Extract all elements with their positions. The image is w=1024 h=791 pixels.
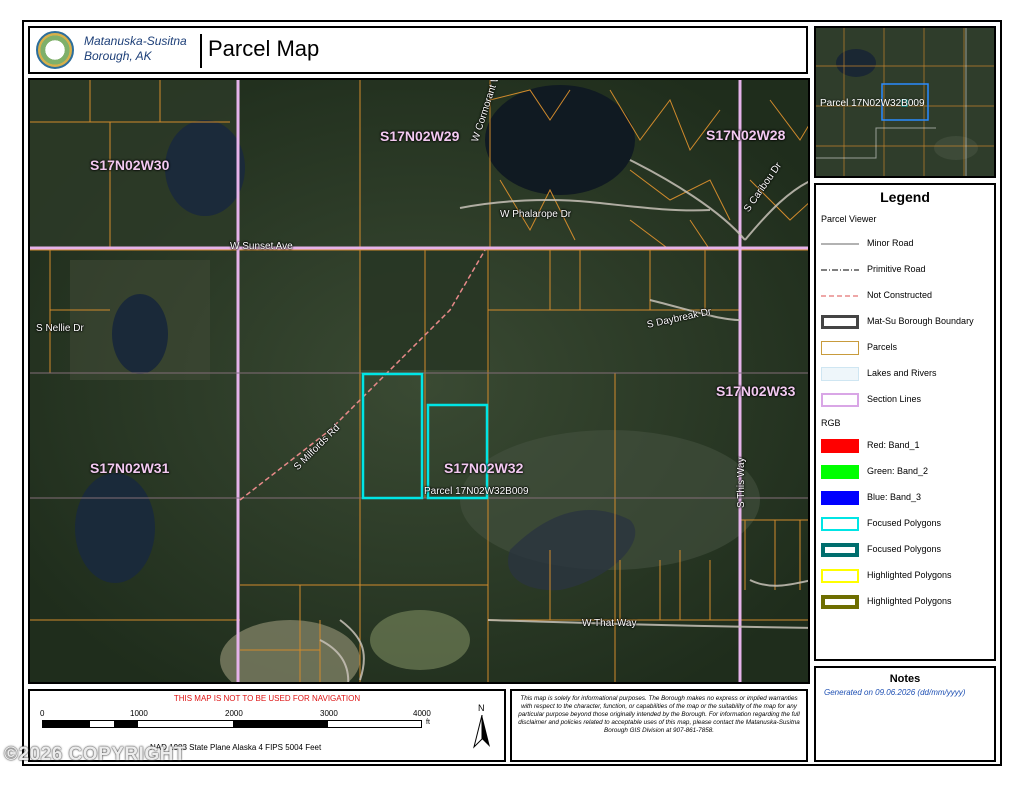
legend-item-borough-boundary: Mat-Su Borough Boundary — [821, 313, 993, 331]
navigation-warning: THIS MAP IS NOT TO BE USED FOR NAVIGATIO… — [173, 694, 361, 703]
legend-item-band-green: Green: Band_2 — [821, 463, 993, 481]
lake-north — [165, 120, 245, 216]
legend-item-parcels: Parcels — [821, 339, 993, 357]
scale-unit: ft — [426, 719, 430, 726]
legend-label: Lakes and Rivers — [867, 368, 937, 378]
section-label-w33: S17N02W33 — [716, 383, 796, 399]
notes-title: Notes — [889, 673, 921, 685]
minor-road-symbol — [821, 243, 859, 245]
lakes-symbol — [821, 367, 859, 381]
parcel-label: Parcel 17N02W32B009 — [424, 486, 529, 497]
borough-boundary-symbol — [821, 315, 859, 329]
legend-label: Highlighted Polygons — [867, 570, 952, 580]
highlighted-polygon-symbol — [821, 569, 859, 583]
highlighted-polygon-dark-symbol — [821, 595, 859, 609]
legend-item-section-lines: Section Lines — [821, 391, 993, 409]
legend-item-focused-polygons-dark: Focused Polygons — [821, 541, 993, 559]
legend-rgb-label: RGB — [821, 418, 841, 428]
north-arrow-icon: N — [472, 703, 492, 749]
legend-item-highlighted-polygons: Highlighted Polygons — [821, 567, 993, 585]
legend-label: Mat-Su Borough Boundary — [867, 316, 974, 326]
legend-item-band-blue: Blue: Band_3 — [821, 489, 993, 507]
legend-panel: Legend Parcel Viewer Minor Road Primitiv… — [814, 183, 996, 661]
legend-label: Green: Band_2 — [867, 466, 929, 476]
legend-item-lakes: Lakes and Rivers — [821, 365, 993, 383]
legend-item-minor-road: Minor Road — [821, 235, 993, 253]
borough-name-line2: Borough, AK — [84, 49, 152, 63]
band-green-swatch — [821, 465, 859, 479]
road-label-sunset: W Sunset Ave — [230, 241, 293, 252]
copyright-watermark: ©2026 COPYRIGHT — [4, 744, 186, 765]
legend-label: Section Lines — [867, 394, 922, 404]
scale-bar — [42, 720, 422, 728]
section-label-w31: S17N02W31 — [90, 460, 170, 476]
disclaimer-text: This map is solely for informational pur… — [518, 695, 800, 734]
notes-panel: Notes Generated on 09.06.2026 (dd/mm/yyy… — [814, 666, 996, 762]
north-label: N — [478, 703, 485, 713]
page-title: Parcel Map — [208, 36, 320, 61]
lake-southwest — [75, 473, 155, 583]
section-label-w30: S17N02W30 — [90, 157, 170, 173]
road-label-nellie: S Nellie Dr — [36, 323, 84, 334]
overview-inset-map[interactable]: Parcel 17N02W32B009 — [814, 26, 996, 178]
scale-tick-4000: 4000 — [413, 709, 431, 718]
legend-subtitle: Parcel Viewer — [821, 214, 877, 224]
section-label-w29: S17N02W29 — [380, 128, 460, 144]
legend-label: Primitive Road — [867, 264, 926, 274]
scale-tick-3000: 3000 — [320, 709, 338, 718]
scale-tick-0: 0 — [40, 709, 45, 718]
focused-polygon-dark-symbol — [821, 543, 859, 557]
legend-item-highlighted-polygons-dark: Highlighted Polygons — [821, 593, 993, 611]
band-blue-swatch — [821, 491, 859, 505]
legend-label: Minor Road — [867, 238, 914, 248]
borough-name-line1: Matanuska-Susitna — [84, 34, 187, 48]
generated-date: Generated on 09.06.2026 (dd/mm/yyyy) — [824, 688, 966, 697]
legend-label: Focused Polygons — [867, 518, 942, 528]
scale-tick-1000: 1000 — [130, 709, 148, 718]
legend-label: Red: Band_1 — [867, 440, 920, 450]
legend-item-primitive-road: Primitive Road — [821, 261, 993, 279]
section-label-w28: S17N02W28 — [706, 127, 786, 143]
scale-tick-2000: 2000 — [225, 709, 243, 718]
primitive-road-symbol — [821, 269, 859, 271]
legend-title: Legend — [880, 189, 930, 205]
parcels-symbol — [821, 341, 859, 355]
road-label-that-way: W That Way — [582, 618, 637, 629]
legend-label: Parcels — [867, 342, 898, 352]
legend-label: Not Constructed — [867, 290, 933, 300]
lake-nellie — [112, 294, 168, 374]
legend-label: Blue: Band_3 — [867, 492, 922, 502]
not-constructed-symbol — [821, 295, 859, 297]
main-map[interactable]: S17N02W30 S17N02W29 S17N02W28 S17N02W31 … — [28, 78, 810, 684]
legend-item-focused-polygons: Focused Polygons — [821, 515, 993, 533]
legend-item-not-constructed: Not Constructed — [821, 287, 993, 305]
road-label-phalarope: W Phalarope Dr — [500, 209, 572, 220]
legend-label: Highlighted Polygons — [867, 596, 952, 606]
road-label-this-way: S This Way — [736, 457, 747, 508]
lake-cormorant — [485, 85, 635, 195]
borough-name: Matanuska-Susitna Borough, AK — [84, 34, 187, 64]
borough-seal-icon — [36, 31, 74, 69]
section-label-w32: S17N02W32 — [444, 460, 524, 476]
legend-item-band-red: Red: Band_1 — [821, 437, 993, 455]
disclaimer-panel: This map is solely for informational pur… — [510, 689, 808, 762]
section-lines-symbol — [821, 393, 859, 407]
inset-parcel-label: Parcel 17N02W32B009 — [820, 98, 925, 109]
header-divider — [200, 34, 202, 68]
legend-label: Focused Polygons — [867, 544, 942, 554]
map-header: Matanuska-Susitna Borough, AK Parcel Map — [28, 26, 808, 74]
band-red-swatch — [821, 439, 859, 453]
focused-polygon-symbol — [821, 517, 859, 531]
